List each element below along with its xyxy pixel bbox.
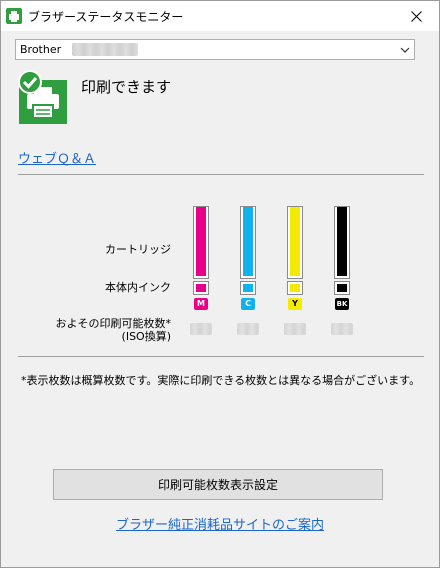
close-button[interactable] <box>393 1 439 31</box>
internal-ink-fill <box>243 284 253 292</box>
printer-dropdown[interactable]: Brother <box>15 39 415 60</box>
divider <box>18 174 424 175</box>
internal-ink-label: 本体内インク <box>105 281 171 294</box>
web-qa-link[interactable]: ウェブＱ＆Ａ <box>18 148 96 167</box>
status-monitor-window: ブラザーステータスモニター Brother 印刷できます ウェブＱ＆Ａ カートリ… <box>0 0 440 568</box>
cartridge-level-y <box>287 206 303 279</box>
cartridge-label: カートリッジ <box>105 243 171 256</box>
printer-ready-icon <box>17 70 69 124</box>
printer-dropdown-value: Brother <box>20 43 62 56</box>
internal-ink-fill <box>290 284 300 292</box>
cartridge-fill <box>243 207 253 276</box>
estimated-pages-label: およその印刷可能枚数* (ISO換算) <box>56 317 172 343</box>
cartridge-fill <box>337 207 347 276</box>
disclaimer-note: *表示枚数は概算枚数です。実際に印刷できる枚数とは異なる場合がございます。 <box>21 374 421 387</box>
window-title: ブラザーステータスモニター <box>28 10 184 24</box>
status-message: 印刷できます <box>81 78 172 96</box>
cartridge-level-m <box>193 206 209 279</box>
page-count-redacted <box>237 323 259 335</box>
internal-ink-level-bk <box>334 281 350 295</box>
ink-badge-m: M <box>194 298 208 310</box>
cartridge-fill <box>290 207 300 276</box>
ink-badge-bk: BK <box>335 298 349 310</box>
internal-ink-fill <box>196 284 206 292</box>
cartridge-fill <box>196 207 206 276</box>
estimated-pages-text: およその印刷可能枚数* <box>55 317 172 330</box>
supplies-site-link[interactable]: ブラザー純正消耗品サイトのご案内 <box>1 514 439 533</box>
cartridge-level-bk <box>334 206 350 279</box>
page-count-redacted <box>284 323 306 335</box>
redacted-model <box>72 43 138 56</box>
internal-ink-level-c <box>240 281 256 295</box>
internal-ink-fill <box>337 284 347 292</box>
client-area: Brother 印刷できます ウェブＱ＆Ａ カートリッジ 本体内インク およその… <box>1 31 439 567</box>
chevron-down-icon <box>400 47 410 53</box>
internal-ink-level-m <box>193 281 209 295</box>
ink-badge-c: C <box>241 298 255 310</box>
title-bar[interactable]: ブラザーステータスモニター <box>1 1 439 31</box>
internal-ink-level-y <box>287 281 303 295</box>
iso-text: (ISO換算) <box>121 330 171 343</box>
page-count-redacted <box>190 323 212 335</box>
ink-badge-y: Y <box>288 298 302 310</box>
app-icon <box>6 8 22 24</box>
divider <box>18 356 424 357</box>
close-icon <box>410 10 422 22</box>
page-count-settings-button[interactable]: 印刷可能枚数表示設定 <box>53 469 383 500</box>
cartridge-level-c <box>240 206 256 279</box>
page-count-redacted <box>331 323 353 335</box>
